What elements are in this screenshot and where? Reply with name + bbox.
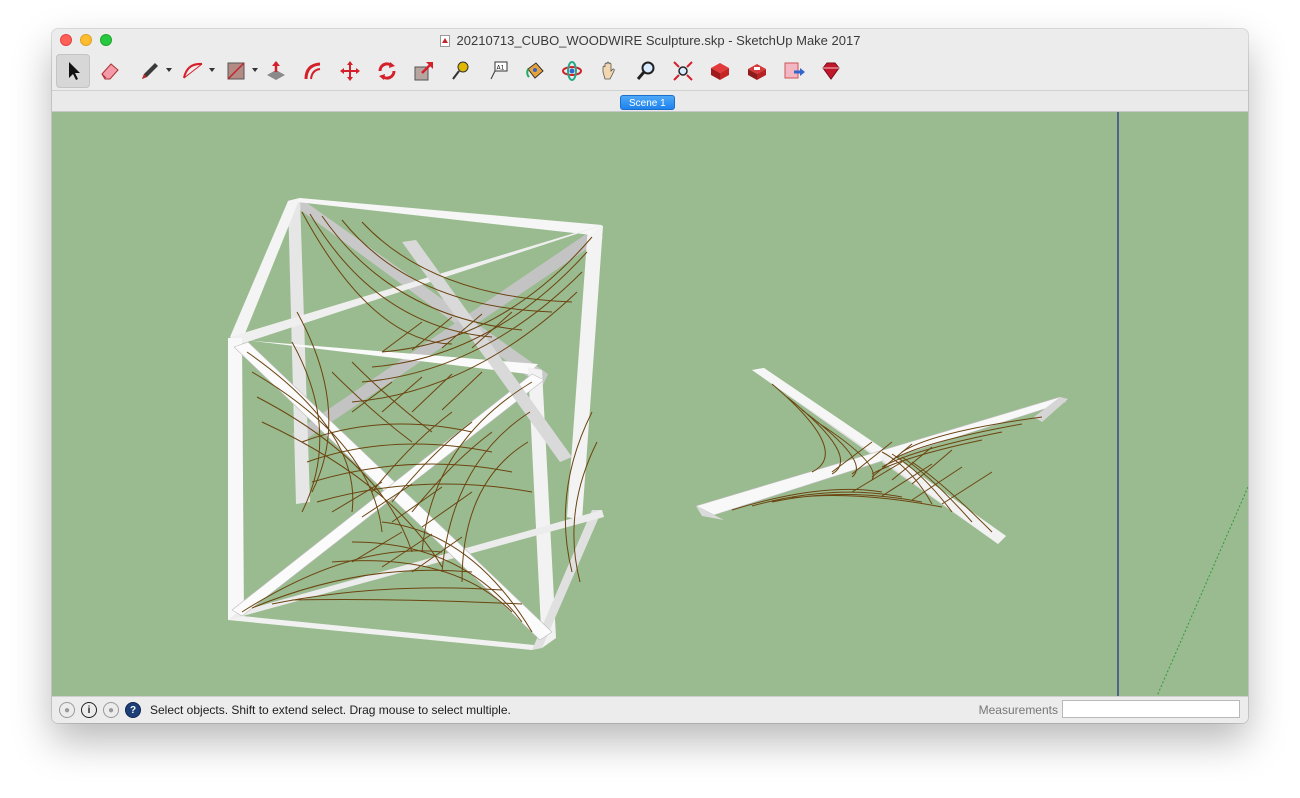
ruby-gem-icon	[822, 62, 840, 80]
send-to-layout-icon	[784, 62, 805, 79]
push-pull-tool[interactable]	[259, 54, 293, 88]
text-label-icon: A1	[490, 61, 508, 80]
chevron-down-icon[interactable]	[166, 68, 172, 72]
credits-icon[interactable]: i	[81, 702, 97, 718]
title-bar: 20210713_CUBO_WOODWIRE Sculpture.skp - S…	[52, 29, 1248, 52]
chevron-down-icon[interactable]	[252, 68, 258, 72]
extension-manager-tool[interactable]	[814, 54, 848, 88]
cube-sculpture[interactable]	[228, 198, 604, 650]
window-title: 20210713_CUBO_WOODWIRE Sculpture.skp - S…	[456, 33, 861, 48]
send-to-layout-tool[interactable]	[777, 54, 811, 88]
sketchup-window: 20210713_CUBO_WOODWIRE Sculpture.skp - S…	[52, 29, 1248, 723]
move-tool[interactable]	[333, 54, 367, 88]
main-toolbar: A1	[52, 52, 1248, 90]
model-canvas	[228, 112, 1248, 696]
pencil-icon	[142, 63, 158, 79]
scale-icon	[414, 62, 433, 81]
zoom-extents-tool[interactable]	[666, 54, 700, 88]
arc-tool[interactable]	[173, 54, 215, 88]
warehouse-tool[interactable]	[703, 54, 737, 88]
extension-warehouse-tool[interactable]	[740, 54, 774, 88]
model-viewport[interactable]	[52, 112, 1248, 696]
zoom-window-button[interactable]	[100, 34, 112, 46]
move-icon	[340, 61, 360, 81]
geo-location-icon[interactable]: ●	[59, 702, 75, 718]
eraser-tool[interactable]	[93, 54, 127, 88]
close-window-button[interactable]	[60, 34, 72, 46]
status-bar: ● i ● ? Select objects. Shift to extend …	[52, 696, 1248, 723]
scenes-bar: Scene 1	[52, 90, 1248, 112]
help-icon[interactable]: ?	[125, 702, 141, 718]
pan-tool[interactable]	[592, 54, 626, 88]
magnifier-icon	[636, 61, 655, 80]
arc-icon	[183, 62, 203, 79]
offset-tool[interactable]	[296, 54, 330, 88]
paint-bucket-icon	[526, 62, 544, 79]
rotate-icon	[378, 62, 396, 80]
zoom-extents-icon	[673, 61, 693, 81]
hand-icon	[602, 61, 615, 80]
paint-bucket-tool[interactable]	[518, 54, 552, 88]
eraser-icon	[101, 63, 119, 80]
extension-warehouse-icon	[748, 64, 766, 80]
scale-tool[interactable]	[407, 54, 441, 88]
green-axis-line	[1156, 486, 1248, 696]
arrow-cursor-icon	[69, 62, 80, 80]
measurements-input[interactable]	[1062, 700, 1240, 718]
minimize-window-button[interactable]	[80, 34, 92, 46]
zoom-tool[interactable]	[629, 54, 663, 88]
svg-text:A1: A1	[497, 65, 505, 72]
offset-icon	[304, 62, 321, 80]
orbit-icon	[562, 61, 582, 81]
cross-sculpture[interactable]	[695, 368, 1068, 544]
orbit-tool[interactable]	[555, 54, 589, 88]
measurements-label: Measurements	[978, 703, 1058, 717]
text-tool[interactable]: A1	[481, 54, 515, 88]
window-controls	[60, 34, 112, 46]
user-account-icon[interactable]: ●	[103, 702, 119, 718]
rotate-tool[interactable]	[370, 54, 404, 88]
push-pull-icon	[267, 61, 285, 80]
3d-warehouse-icon	[711, 63, 729, 80]
tape-measure-icon	[452, 61, 469, 80]
rectangle-icon	[227, 62, 245, 80]
select-tool[interactable]	[56, 54, 90, 88]
skp-file-icon	[439, 34, 451, 47]
tape-measure-tool[interactable]	[444, 54, 478, 88]
chevron-down-icon[interactable]	[209, 68, 215, 72]
shape-tool[interactable]	[216, 54, 258, 88]
status-hint: Select objects. Shift to extend select. …	[150, 703, 511, 717]
tab-scene-1[interactable]: Scene 1	[620, 95, 675, 110]
line-tool[interactable]	[130, 54, 172, 88]
